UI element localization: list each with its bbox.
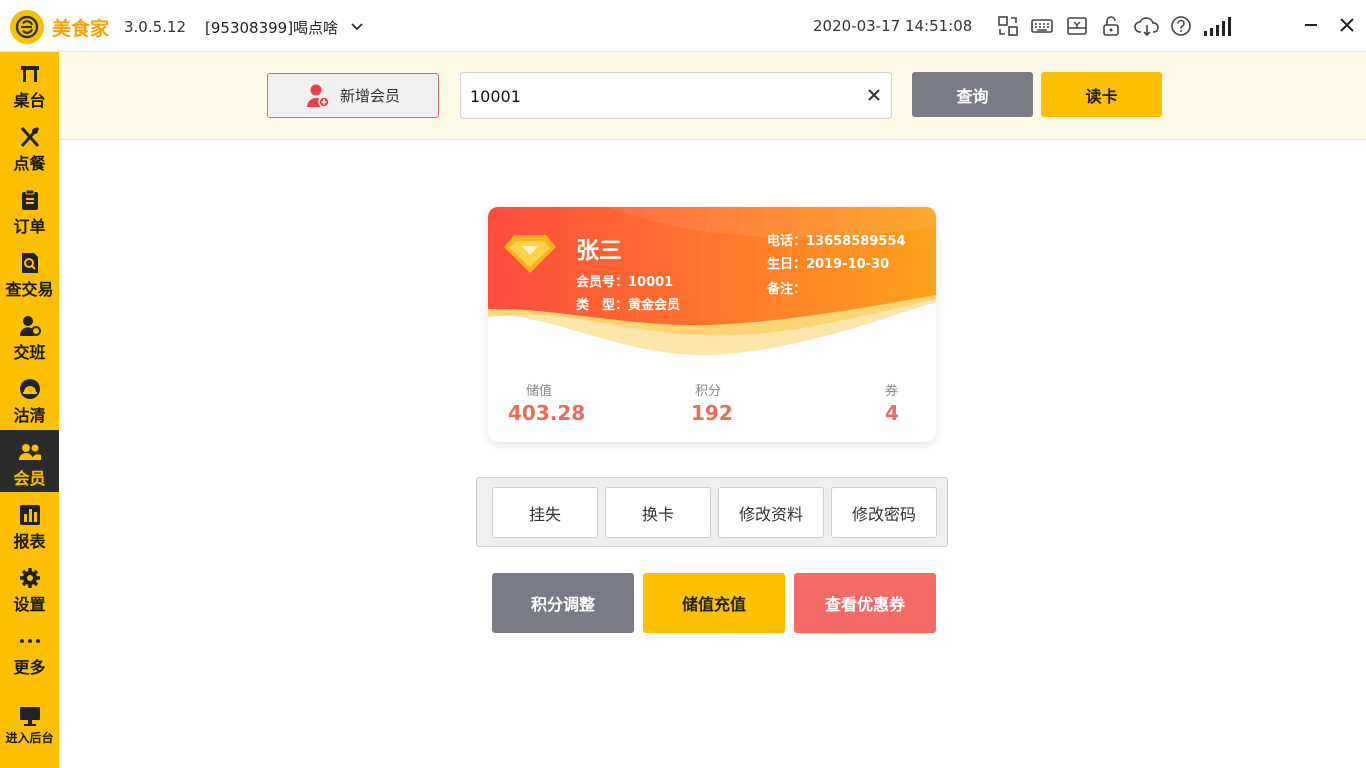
view-coupons-button[interactable]: 查看优惠券 [794, 573, 936, 633]
read-card-button[interactable]: 读卡 [1041, 72, 1162, 117]
monitor-icon [19, 707, 40, 726]
cloud-icon[interactable] [1134, 15, 1160, 37]
sidebar-item-tables[interactable]: 桌台 [0, 52, 59, 114]
member-birthday: 生日：2019-10-30 [767, 257, 890, 272]
balance-value: 403.28 [508, 401, 586, 425]
lock-icon[interactable] [1100, 15, 1122, 37]
close-icon[interactable] [1336, 14, 1358, 36]
sidebar-item-transactions[interactable]: 查交易 [0, 241, 59, 303]
sidebar-item-label: 点餐 [13, 154, 46, 173]
sidebar-item-reports[interactable]: 报表 [0, 493, 59, 555]
sidebar-item-label: 沽清 [13, 406, 46, 425]
member-search-bar: 新增会员 查询 读卡 [59, 52, 1366, 140]
utensils-icon [20, 127, 39, 147]
more-icon [19, 639, 40, 643]
add-member-label: 新增会员 [339, 87, 400, 105]
cloche-icon [19, 379, 40, 399]
members-icon [18, 444, 41, 460]
sidebar-item-backend[interactable]: 进入后台 [0, 694, 59, 756]
search-doc-icon [21, 253, 38, 273]
sidebar-item-label: 查交易 [5, 280, 54, 299]
sidebar-item-settings[interactable]: 设置 [0, 556, 59, 618]
sidebar-item-label: 会员 [13, 469, 46, 488]
coupons-value: 4 [885, 401, 899, 425]
recharge-button[interactable]: 储值充值 [643, 573, 785, 633]
change-password-button[interactable]: 修改密码 [831, 487, 937, 538]
member-name: 张三 [576, 238, 622, 264]
table-icon [20, 66, 39, 82]
points-adjust-button[interactable]: 积分调整 [492, 573, 634, 633]
title-bar: 美食家 3.0.5.12 [95308399]喝点啥 2020-03-17 14… [0, 0, 1366, 52]
member-card: 张三 会员号：10001 类 型：黄金会员 电话：13658589554 生日：… [488, 207, 936, 442]
cash-drawer-icon[interactable] [1066, 15, 1088, 37]
coupons-label: 券 [885, 384, 899, 399]
sidebar-item-orders[interactable]: 订单 [0, 178, 59, 240]
app-logo [10, 10, 44, 44]
help-icon[interactable] [1170, 15, 1192, 37]
bar-chart-icon [19, 505, 40, 525]
sidebar-item-label: 更多 [13, 658, 46, 677]
replace-card-button[interactable]: 换卡 [605, 487, 711, 538]
diamond-icon [504, 235, 556, 273]
sidebar-item-label: 设置 [13, 595, 46, 614]
sidebar-item-members[interactable]: 会员 [0, 430, 59, 492]
app-name: 美食家 [52, 18, 110, 40]
minimize-icon[interactable] [1300, 14, 1322, 36]
sidebar: 桌台 点餐 订单 查交易 交班 沽清 会员 报表 设置 更多 进入后台 [0, 52, 59, 768]
sidebar-item-label: 订单 [13, 217, 46, 236]
member-search-field[interactable] [460, 72, 892, 119]
member-type: 类 型：黄金会员 [576, 298, 681, 313]
sidebar-item-label: 桌台 [13, 91, 46, 110]
gear-icon [19, 568, 40, 588]
clipboard-icon [21, 189, 38, 210]
query-button[interactable]: 查询 [912, 72, 1033, 117]
member-number: 会员号：10001 [576, 275, 674, 290]
report-loss-button[interactable]: 挂失 [492, 487, 598, 538]
store-selector[interactable]: [95308399]喝点啥 [205, 17, 338, 38]
sidebar-item-label: 交班 [13, 343, 46, 362]
member-note: 备注： [767, 282, 807, 297]
add-user-icon [306, 84, 330, 108]
search-input[interactable] [470, 84, 850, 108]
add-member-button[interactable]: 新增会员 [267, 73, 439, 118]
points-value: 192 [691, 401, 733, 425]
signal-icon [1204, 17, 1231, 36]
points-label: 积分 [695, 384, 722, 399]
sidebar-item-label: 进入后台 [5, 731, 54, 745]
sidebar-item-shift[interactable]: 交班 [0, 304, 59, 366]
sidebar-item-label: 报表 [13, 532, 46, 551]
keyboard-icon[interactable] [1031, 15, 1053, 37]
member-phone: 电话：13658589554 [767, 234, 906, 249]
edit-info-button[interactable]: 修改资料 [718, 487, 824, 538]
sidebar-item-order[interactable]: 点餐 [0, 115, 59, 177]
app-version: 3.0.5.12 [124, 18, 187, 36]
user-clock-icon [19, 316, 41, 336]
switch-icon[interactable] [997, 15, 1019, 37]
clear-icon[interactable] [865, 86, 883, 104]
balance-label: 储值 [526, 384, 553, 399]
datetime: 2020-03-17 14:51:08 [813, 17, 973, 35]
sidebar-item-soldout[interactable]: 沽清 [0, 367, 59, 429]
card-action-group: 挂失 换卡 修改资料 修改密码 [476, 477, 948, 547]
chevron-down-icon[interactable] [350, 22, 364, 32]
sidebar-item-more[interactable]: 更多 [0, 619, 59, 681]
